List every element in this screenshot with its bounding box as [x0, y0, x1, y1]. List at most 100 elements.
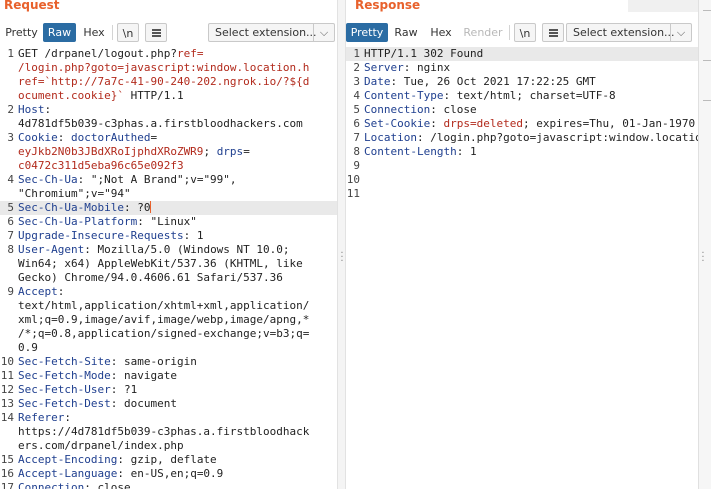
line-text: Accept: — [17, 285, 64, 298]
line-text: text/html,application/xhtml+xml,applicat… — [17, 299, 309, 312]
highlighted-value: c0472c311d5eba96c65e092f3 — [18, 159, 184, 172]
line-text: Content-Length: 1 — [363, 145, 477, 158]
line-number: 7 — [353, 131, 360, 144]
line-number: 13 — [0, 397, 14, 410]
request-title: Request — [4, 0, 60, 12]
line-text: Referer: — [17, 411, 71, 424]
highlighted-value: /login.php?goto=javascript:window.locati… — [18, 61, 310, 74]
line-number: 4 — [7, 173, 14, 186]
request-tab-pretty[interactable]: Pretty — [3, 23, 40, 42]
header-name: Accept-Encoding — [18, 453, 118, 466]
code-line: 0.9 — [0, 341, 337, 355]
text-segment: Win64; x64) AppleWebKit/537.36 (KHTML, l… — [18, 257, 303, 270]
line-number: 3 — [7, 131, 14, 144]
response-newline-toggle[interactable]: \n — [514, 23, 536, 42]
line-number: 12 — [0, 383, 14, 396]
line-text: /*;q=0.8,application/signed-exchange;v=b… — [17, 327, 309, 340]
side-panel-edge[interactable]: · · · — [698, 0, 711, 489]
code-line: 12 Sec-Fetch-User: ?1 — [0, 383, 337, 397]
code-line: 9 Accept: — [0, 285, 337, 299]
text-segment: : same-origin — [110, 355, 197, 368]
code-line: https://4d781df5b039-c3phas.a.firstblood… — [0, 425, 337, 439]
header-name: Date — [364, 75, 391, 88]
line-number: 15 — [0, 453, 14, 466]
text-segment: ; expires=Thu, 01-Jan-1970 00:00:01 GMT — [522, 117, 696, 130]
line-text: Connection: close — [17, 481, 131, 489]
text-segment: 4d781df5b039-c3phas.a.firstbloodhackers.… — [18, 117, 303, 130]
request-toolbar: Pretty Raw Hex \n Select extension... ⌵ — [0, 23, 337, 43]
text-segment: text/html,application/xhtml+xml,applicat… — [18, 299, 310, 312]
line-text: "Chromium";v="94" — [17, 187, 131, 200]
text-segment: : close — [84, 481, 131, 489]
text-segment: ers.com/drpanel/index.php — [18, 439, 184, 452]
line-number: 17 — [0, 481, 14, 489]
line-text: xml;q=0.9,image/avif,image/webp,image/ap… — [17, 313, 309, 326]
line-text: Win64; x64) AppleWebKit/537.36 (KHTML, l… — [17, 257, 303, 270]
text-segment: : nginx — [403, 61, 451, 74]
header-name: User-Agent — [18, 243, 85, 256]
code-line: 4 Sec-Ch-Ua: ";Not A Brand";v="99", — [0, 173, 337, 187]
code-line: 11 — [346, 187, 698, 201]
pane-splitter[interactable]: · · · — [337, 0, 346, 489]
code-line: 17 Connection: close — [0, 481, 337, 489]
code-line: 13 Sec-Fetch-Dest: document — [0, 397, 337, 411]
request-editor[interactable]: 1 GET /drpanel/logout.php?ref=/login.php?… — [0, 47, 337, 489]
line-text: Cookie: doctorAuthed= — [17, 131, 157, 144]
response-tab-hex[interactable]: Hex — [425, 23, 457, 42]
line-number: 5 — [7, 201, 14, 214]
request-extension-select[interactable]: Select extension... ⌵ — [208, 23, 335, 42]
text-segment: = — [150, 131, 158, 144]
line-text: Sec-Fetch-Site: same-origin — [17, 355, 197, 368]
code-line: Win64; x64) AppleWebKit/537.36 (KHTML, l… — [0, 257, 337, 271]
line-text: c0472c311d5eba96c65e092f3 — [17, 159, 184, 172]
response-editor[interactable]: 1 HTTP/1.1 302 Found 2 Server: nginx 3 Date: … — [346, 47, 698, 489]
text-cursor — [150, 201, 152, 213]
line-number: 4 — [353, 89, 360, 102]
text-segment: : — [430, 117, 444, 130]
code-line: text/html,application/xhtml+xml,applicat… — [0, 299, 337, 313]
code-line: 2 Host: — [0, 103, 337, 117]
header-name: Sec-Ch-Ua-Mobile — [18, 201, 124, 214]
request-tab-hex[interactable]: Hex — [79, 23, 109, 42]
code-line: 9 — [346, 159, 698, 173]
line-text: HTTP/1.1 302 Found — [363, 47, 483, 60]
response-extension-select[interactable]: Select extension... ⌵ — [566, 23, 692, 42]
text-segment: : "Linux" — [137, 215, 197, 228]
drag-handle-icon: · · · — [701, 248, 705, 267]
header-name: Sec-Fetch-User — [18, 383, 111, 396]
response-tab-raw[interactable]: Raw — [391, 23, 421, 42]
request-tab-raw[interactable]: Raw — [43, 23, 76, 42]
header-name: Sec-Ch-Ua — [18, 173, 78, 186]
header-name: Sec-Ch-Ua-Platform — [18, 215, 138, 228]
text-segment: : 1 — [183, 229, 204, 242]
highlighted-value: ref= — [176, 47, 204, 60]
code-line: 8 Content-Length: 1 — [346, 145, 698, 159]
text-segment: /*;q=0.8,application/signed-exchange;v=b… — [18, 327, 310, 340]
text-segment: : text/html; charset=UTF-8 — [443, 89, 616, 102]
line-text: Upgrade-Insecure-Requests: 1 — [17, 229, 203, 242]
line-number: 14 — [0, 411, 14, 424]
line-text — [363, 173, 364, 186]
code-line: 7 Location: /login.php?goto=javascript:wi… — [346, 131, 698, 145]
request-menu-button[interactable] — [145, 23, 167, 42]
text-segment: : en-US,en;q=0.9 — [117, 467, 224, 480]
text-segment: : ?1 — [110, 383, 138, 396]
text-segment: 0.9 — [18, 341, 38, 354]
code-line: 2 Server: nginx — [346, 61, 698, 75]
line-text: Location: /login.php?goto=javascript:win… — [363, 131, 698, 144]
code-line: 1 GET /drpanel/logout.php?ref= — [0, 47, 337, 61]
text-segment: xml;q=0.9,image/avif,image/webp,image/ap… — [18, 313, 310, 326]
code-line: 15 Accept-Encoding: gzip, deflate — [0, 453, 337, 467]
line-text: Date: Tue, 26 Oct 2021 17:22:25 GMT — [363, 75, 596, 88]
request-newline-toggle[interactable]: \n — [117, 23, 139, 42]
code-line: ocument.cookie}` HTTP/1.1 — [0, 89, 337, 103]
line-text: https://4d781df5b039-c3phas.a.firstblood… — [17, 425, 309, 438]
text-segment: : — [57, 131, 71, 144]
response-menu-button[interactable] — [542, 23, 564, 42]
line-text: eyJkb2N0b3JBdXRoIjphdXRoZWR9; drps= — [17, 145, 250, 158]
code-line: 16 Accept-Language: en-US,en;q=0.9 — [0, 467, 337, 481]
response-tab-pretty[interactable]: Pretty — [346, 23, 388, 42]
text-segment: : 1 — [456, 145, 477, 158]
code-line: 3 Cookie: doctorAuthed= — [0, 131, 337, 145]
line-text: Host: — [17, 103, 51, 116]
